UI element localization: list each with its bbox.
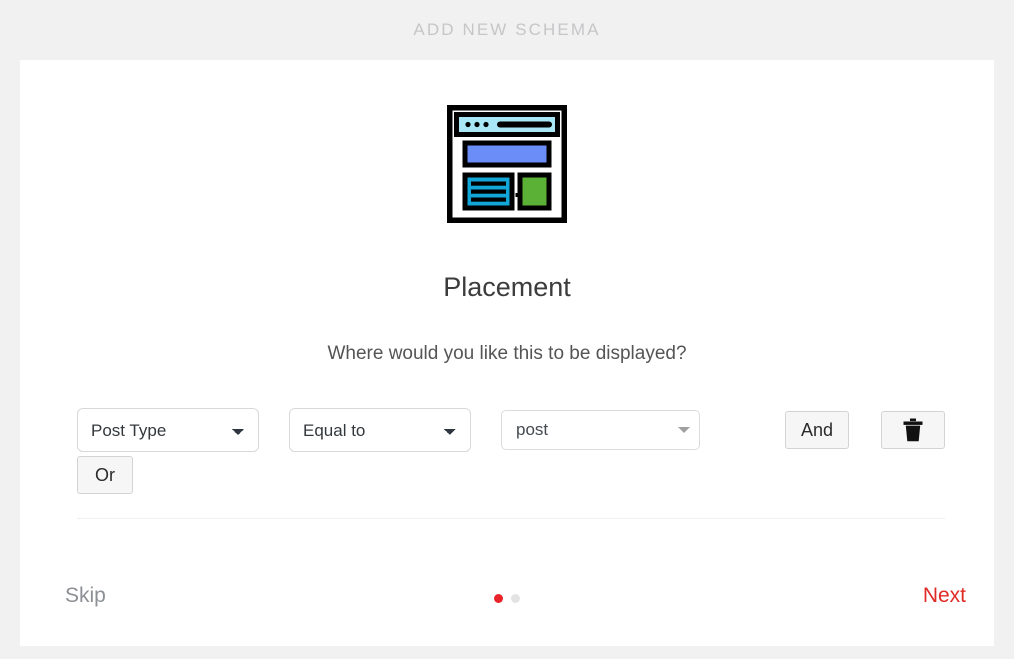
next-button[interactable]: Next — [923, 584, 966, 608]
trash-icon — [902, 418, 924, 442]
placement-rules: Post Type Equal to post And Or — [77, 407, 945, 519]
add-and-condition-button[interactable]: And — [785, 411, 849, 449]
delete-rule-button[interactable] — [881, 411, 945, 449]
page-title: Placement — [20, 272, 994, 303]
rules-divider — [77, 518, 945, 519]
step-icon-wrapper — [20, 105, 994, 223]
rule-row: Post Type Equal to post And — [77, 407, 945, 453]
wizard-footer: Skip Next — [20, 568, 994, 646]
rule-parameter-select[interactable]: Post Type — [77, 408, 259, 452]
modal-title: ADD NEW SCHEMA — [0, 0, 1014, 60]
step-subheading: Where would you like this to be displaye… — [20, 343, 994, 365]
pagination-dot-2[interactable] — [511, 594, 520, 603]
pagination-dot-1[interactable] — [494, 594, 503, 603]
wizard-card: Placement Where would you like this to b… — [20, 60, 994, 646]
step-pagination — [20, 594, 994, 603]
browser-layout-icon — [447, 105, 567, 223]
chevron-down-icon — [669, 411, 699, 449]
or-row: Or — [77, 453, 945, 497]
add-or-condition-button[interactable]: Or — [77, 456, 133, 494]
rule-value-select[interactable]: post — [501, 410, 700, 450]
rule-operator-select[interactable]: Equal to — [289, 408, 471, 452]
rule-value-label: post — [502, 420, 669, 440]
